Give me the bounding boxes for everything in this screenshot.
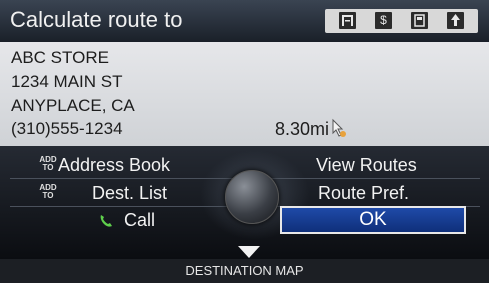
page-title: Calculate route to: [10, 7, 183, 32]
direction-pointer-icon: [332, 118, 346, 137]
destination-panel: ABC STORE 1234 MAIN ST ANYPLACE, CA (310…: [0, 42, 489, 146]
destination-name: ABC STORE: [11, 48, 109, 67]
calculate-route-screen: Calculate route to $ ABC STORE 1234 MAIN…: [0, 0, 489, 283]
add-to-icon: ADD TO: [38, 156, 58, 172]
destination-street: 1234 MAIN ST: [11, 72, 123, 91]
ok-button[interactable]: OK: [280, 206, 466, 234]
destination-map-button[interactable]: DESTINATION MAP: [0, 261, 489, 281]
add-to-label-bottom: TO: [42, 163, 54, 172]
add-to-icon: ADD TO: [38, 184, 58, 200]
route-options-icons: $: [325, 9, 478, 33]
add-to-label-bottom: TO: [42, 191, 54, 200]
scroll-down-arrow-icon[interactable]: [238, 246, 260, 258]
phone-icon: [100, 215, 112, 227]
footer-bar: DESTINATION MAP: [0, 259, 489, 283]
destination-distance: 8.30mi: [275, 119, 330, 139]
header-bar: Calculate route to $: [0, 0, 489, 42]
route-pref-button[interactable]: Route Pref.: [318, 180, 409, 206]
memory-icon: [411, 12, 428, 29]
navigation-icon: [447, 12, 464, 29]
view-routes-button[interactable]: View Routes: [316, 152, 417, 178]
destination-city: ANYPLACE, CA: [11, 96, 135, 115]
interface-dial-knob[interactable]: [225, 170, 279, 224]
dest-list-button[interactable]: Dest. List: [92, 180, 167, 206]
tollgate-icon: [339, 12, 356, 29]
call-button[interactable]: Call: [124, 207, 155, 233]
address-book-button[interactable]: Address Book: [58, 152, 170, 178]
dollar-icon: $: [375, 12, 392, 29]
destination-phone: (310)555-1234: [11, 119, 123, 138]
